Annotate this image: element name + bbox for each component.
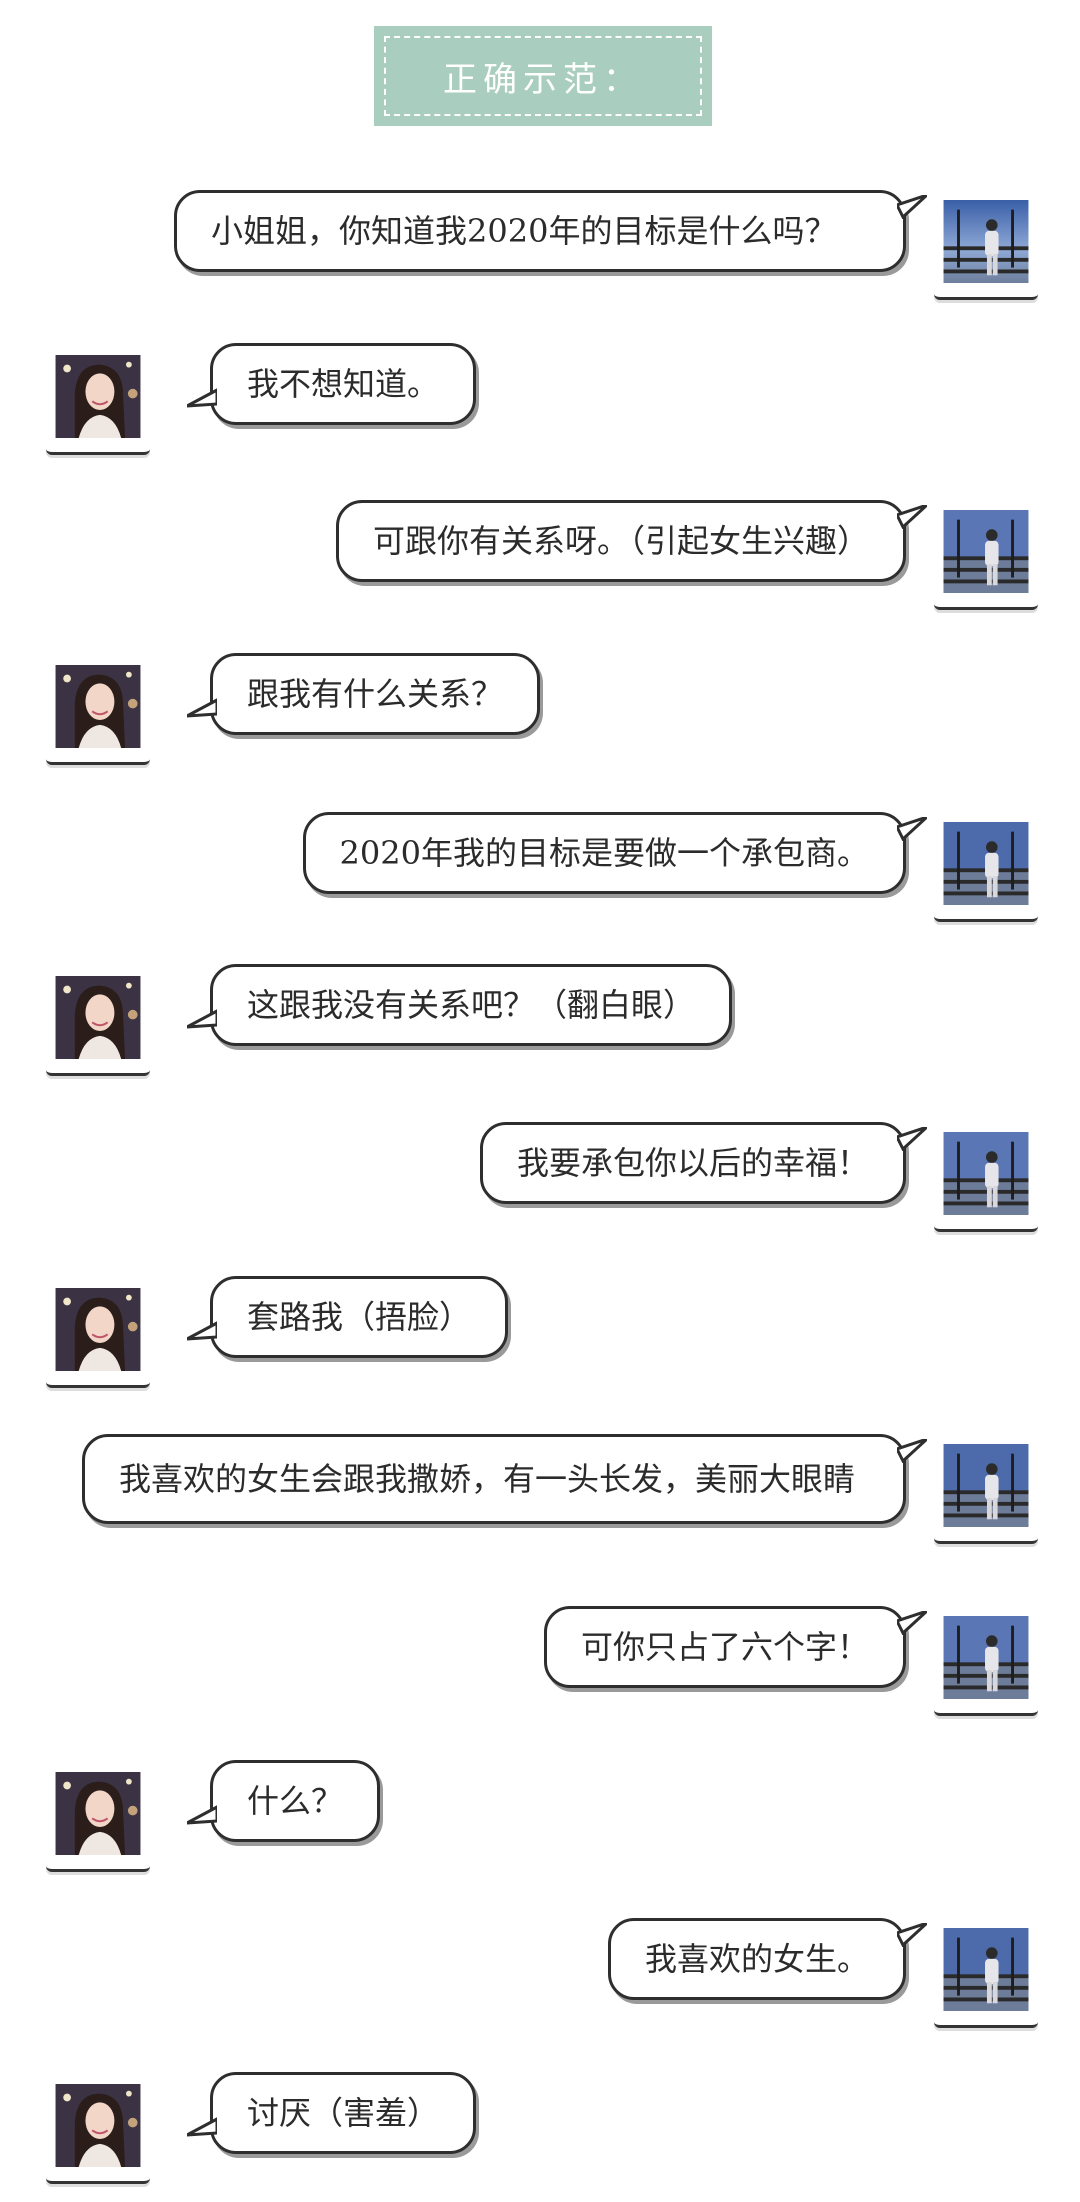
message-bubble: 小姐姐，你知道我2020年的目标是什么吗？	[174, 190, 927, 272]
bubble-tail	[187, 1009, 217, 1029]
female-avatar-photo-icon	[55, 1288, 141, 1371]
message-text: 2020年我的目标是要做一个承包商。	[339, 834, 869, 872]
bubble-tail	[897, 817, 927, 841]
male-avatar-photo-icon	[943, 1444, 1029, 1527]
male-avatar-photo-icon	[943, 1928, 1029, 2011]
bubble-tail	[897, 505, 927, 529]
message-bubble: 什么？	[187, 1760, 381, 1842]
message-text: 小姐姐，你知道我2020年的目标是什么吗？	[211, 212, 837, 250]
message-bubble: 我不想知道。	[187, 343, 477, 425]
message-bubble: 讨厌（害羞）	[187, 2072, 477, 2154]
message-bubble: 跟我有什么关系？	[187, 653, 541, 735]
bubble-tail	[897, 1611, 927, 1635]
bubble-tail	[187, 1321, 217, 1341]
message-text: 可你只占了六个字！	[580, 1628, 869, 1666]
female-avatar-photo-icon	[55, 1772, 141, 1855]
female-avatar-photo-icon	[55, 665, 141, 748]
bubble-tail	[187, 388, 217, 408]
avatar-male[interactable]	[934, 1434, 1038, 1544]
message-text: 什么？	[247, 1782, 344, 1820]
message-text: 我不想知道。	[247, 365, 440, 403]
message-text: 讨厌（害羞）	[247, 2094, 440, 2132]
avatar-male[interactable]	[934, 1122, 1038, 1232]
message-text: 我要承包你以后的幸福！	[516, 1144, 869, 1182]
avatar-female[interactable]	[46, 1278, 150, 1388]
male-avatar-photo-icon	[943, 1132, 1029, 1215]
male-avatar-photo-icon	[943, 822, 1029, 905]
avatar-female[interactable]	[46, 655, 150, 765]
male-avatar-photo-icon	[943, 510, 1029, 593]
bubble-tail	[187, 2117, 217, 2137]
avatar-male[interactable]	[934, 1918, 1038, 2028]
bubble-tail	[187, 698, 217, 718]
avatar-female[interactable]	[46, 2074, 150, 2184]
bubble-tail	[897, 1127, 927, 1151]
avatar-female[interactable]	[46, 345, 150, 455]
female-avatar-photo-icon	[55, 2084, 141, 2167]
message-bubble: 套路我（捂脸）	[187, 1276, 509, 1358]
avatar-male[interactable]	[934, 1606, 1038, 1716]
bubble-tail	[187, 1805, 217, 1825]
message-bubble: 可你只占了六个字！	[543, 1606, 927, 1688]
message-text: 套路我（捂脸）	[247, 1298, 472, 1336]
message-text: 我喜欢的女生会跟我撒娇，有一头长发，美丽大眼睛	[119, 1460, 856, 1498]
message-bubble: 我喜欢的女生。	[607, 1918, 927, 2000]
male-avatar-photo-icon	[943, 200, 1029, 283]
avatar-female[interactable]	[46, 1762, 150, 1872]
female-avatar-photo-icon	[55, 355, 141, 438]
avatar-female[interactable]	[46, 966, 150, 1076]
bubble-tail	[897, 1439, 927, 1463]
bubble-tail	[897, 1923, 927, 1947]
message-bubble: 这跟我没有关系吧？（翻白眼）	[187, 964, 733, 1046]
male-avatar-photo-icon	[943, 1616, 1029, 1699]
female-avatar-photo-icon	[55, 976, 141, 1059]
message-text: 我喜欢的女生。	[644, 1940, 869, 1978]
avatar-male[interactable]	[934, 500, 1038, 610]
message-bubble: 我要承包你以后的幸福！	[479, 1122, 927, 1204]
message-bubble: 我喜欢的女生会跟我撒娇，有一头长发，美丽大眼睛	[82, 1434, 927, 1524]
chat-transcript: 小姐姐，你知道我2020年的目标是什么吗？ 我不想知道。 可跟你有关系呀。（引起…	[0, 0, 1080, 2202]
avatar-male[interactable]	[934, 190, 1038, 300]
message-text: 可跟你有关系呀。（引起女生兴趣）	[372, 522, 869, 560]
bubble-tail	[897, 195, 927, 219]
message-bubble: 2020年我的目标是要做一个承包商。	[302, 812, 927, 894]
message-text: 这跟我没有关系吧？（翻白眼）	[247, 986, 696, 1024]
avatar-male[interactable]	[934, 812, 1038, 922]
message-bubble: 可跟你有关系呀。（引起女生兴趣）	[335, 500, 927, 582]
message-text: 跟我有什么关系？	[247, 675, 504, 713]
